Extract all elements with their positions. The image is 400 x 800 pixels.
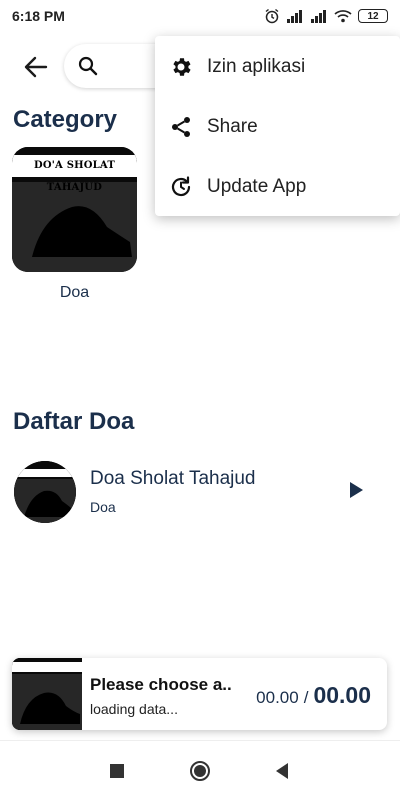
prayer-silhouette-image <box>14 461 76 523</box>
menu-item-label: Izin aplikasi <box>207 56 306 77</box>
overflow-menu: Izin aplikasi Share Update App <box>155 36 400 216</box>
home-button[interactable] <box>188 759 212 783</box>
arrow-left-icon <box>24 56 48 78</box>
category-card-doa[interactable]: DO'A SHOLAT TAHAJUD Doa <box>12 147 137 302</box>
menu-item-update-app[interactable]: Update App <box>155 158 400 216</box>
current-time: 00.00 <box>256 688 299 707</box>
menu-item-izin-aplikasi[interactable]: Izin aplikasi <box>155 38 400 96</box>
alarm-icon <box>265 8 279 24</box>
prayer-silhouette-image <box>12 658 82 730</box>
time-separator: / <box>303 688 309 707</box>
menu-item-share[interactable]: Share <box>155 98 400 156</box>
list-item-subtitle: Doa <box>90 499 116 515</box>
list-item[interactable]: Doa Sholat Tahajud Doa <box>14 461 386 523</box>
status-bar: 6:18 PM 12 <box>0 0 400 32</box>
signal-icon <box>311 10 326 23</box>
player-title: Please choose a.. <box>90 675 232 694</box>
menu-item-label: Update App <box>207 176 307 197</box>
category-heading: Category <box>13 106 118 133</box>
signal-icon <box>287 10 302 23</box>
list-item-title: Doa Sholat Tahajud <box>90 468 256 489</box>
search-icon <box>78 56 98 76</box>
player-time: 00.00 / 00.00 <box>256 682 371 709</box>
battery-level: 12 <box>367 10 379 22</box>
player-thumbnail <box>12 658 82 730</box>
battery-icon: 12 <box>358 9 388 23</box>
system-nav-bar <box>0 740 400 800</box>
mini-player[interactable]: Please choose a.. loading data... 00.00 … <box>12 658 387 730</box>
back-nav-button[interactable] <box>270 759 294 783</box>
menu-item-label: Share <box>207 116 258 137</box>
status-icons: 12 <box>264 8 388 24</box>
share-icon <box>167 113 195 141</box>
wifi-icon <box>334 10 352 23</box>
recents-button[interactable] <box>105 759 129 783</box>
category-label: Doa <box>59 284 90 301</box>
circle-icon <box>190 761 210 781</box>
update-icon <box>167 173 195 201</box>
category-thumbnail: DO'A SHOLAT TAHAJUD <box>12 147 137 272</box>
back-button[interactable] <box>20 53 52 81</box>
play-icon <box>350 482 363 498</box>
play-button[interactable] <box>348 481 364 504</box>
thumbnail-banner: DO'A SHOLAT TAHAJUD <box>12 155 137 193</box>
square-icon <box>110 764 124 778</box>
list-heading: Daftar Doa <box>13 408 135 435</box>
triangle-back-icon <box>276 763 288 779</box>
list-item-thumbnail <box>14 461 76 523</box>
player-status: loading data... <box>90 701 178 717</box>
status-time: 6:18 PM <box>12 8 65 24</box>
gear-icon <box>167 53 195 81</box>
duration: 00.00 <box>313 682 371 708</box>
